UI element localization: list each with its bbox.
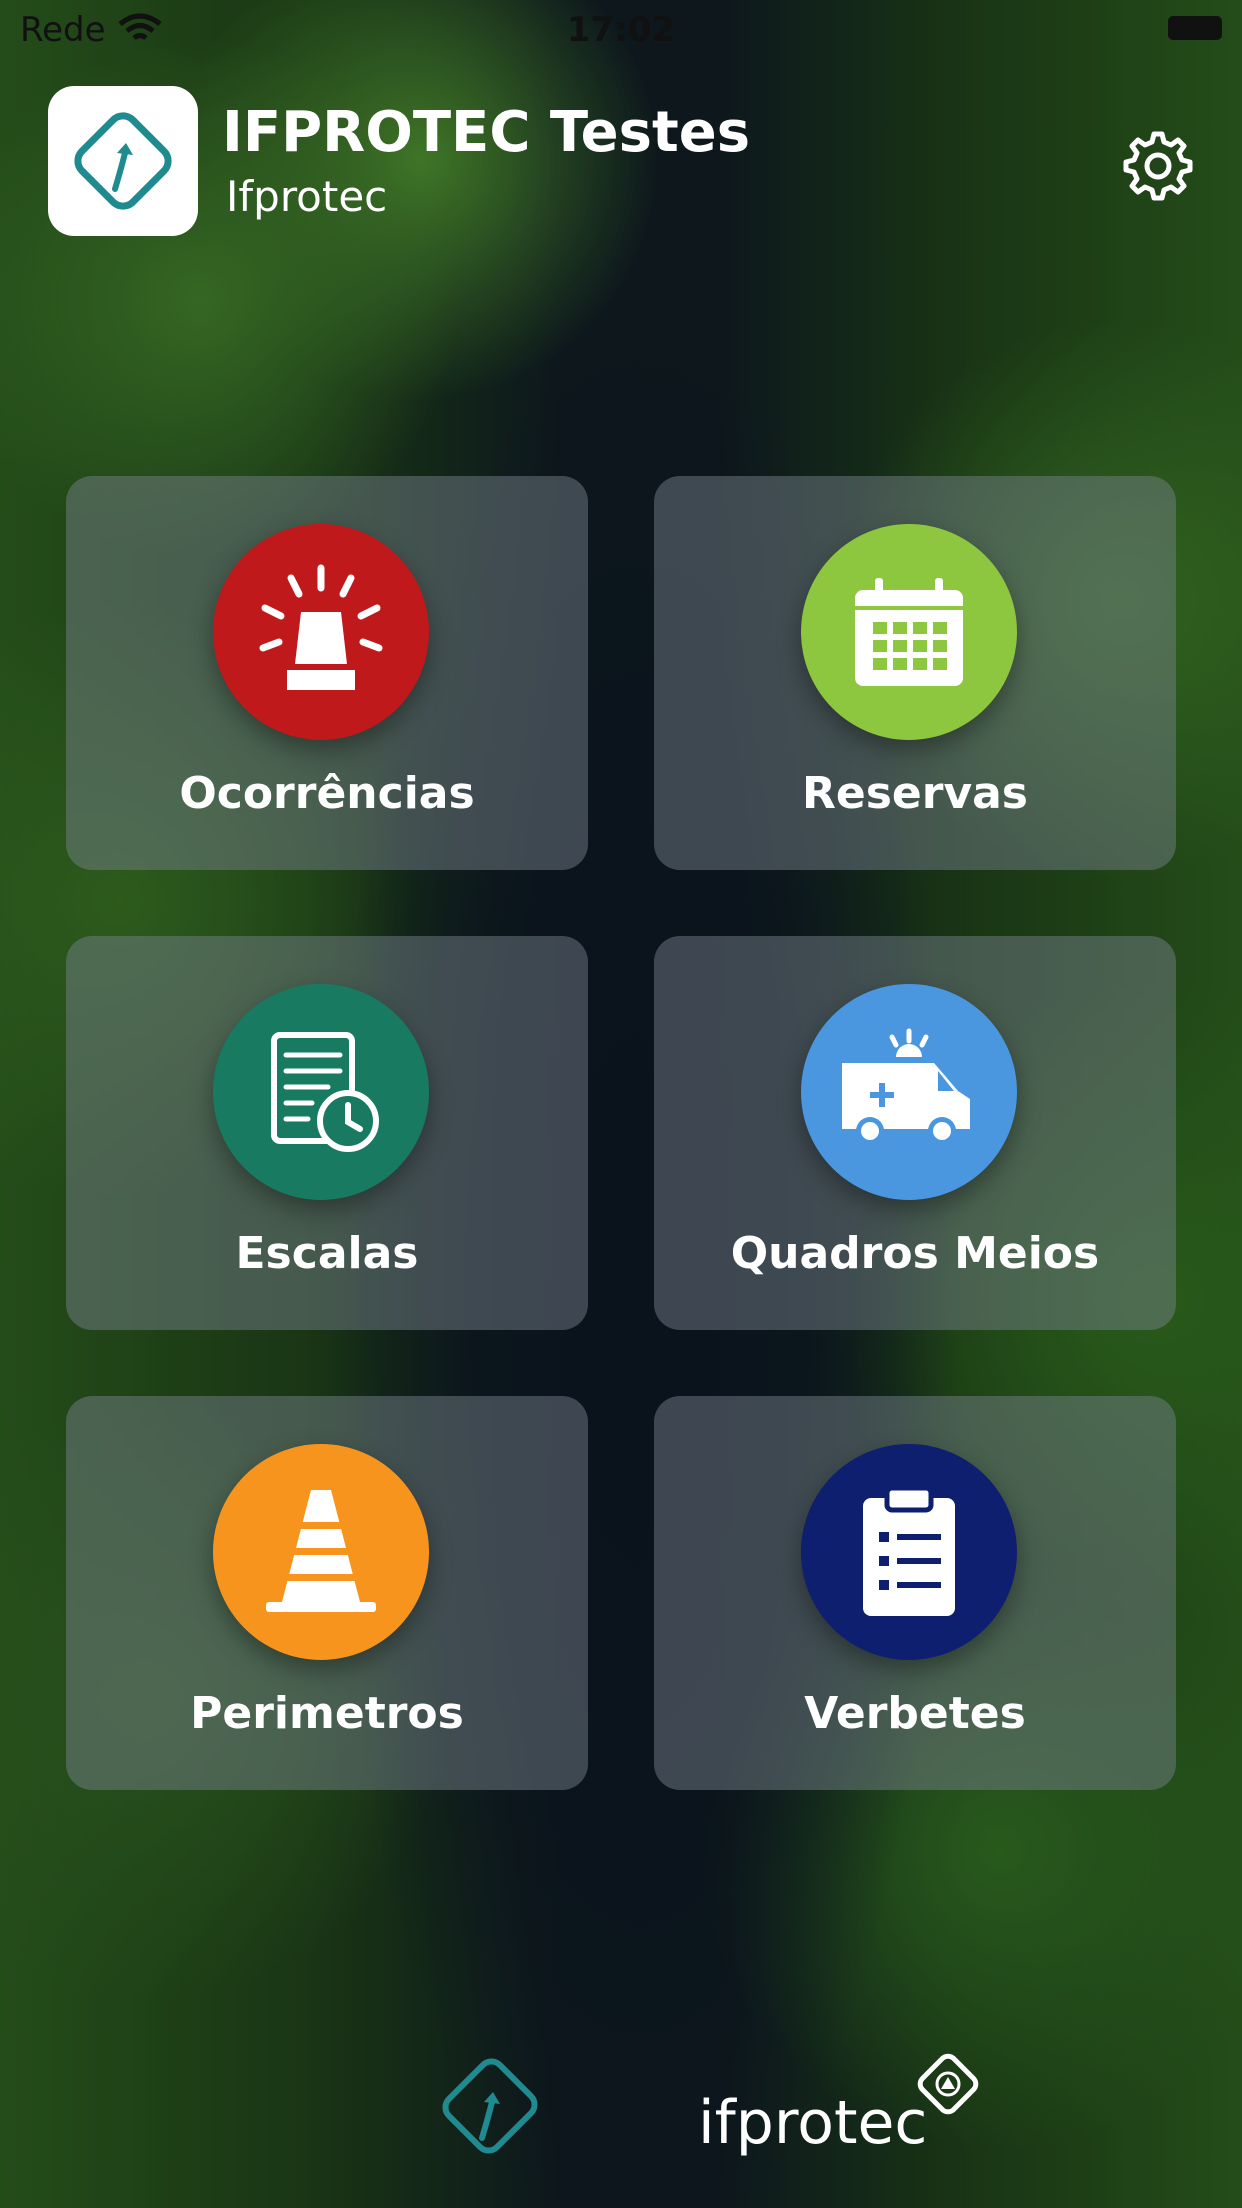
tile-verbetes[interactable]: Verbetes xyxy=(654,1396,1176,1790)
clipboard-list-icon xyxy=(801,1444,1017,1660)
status-time: 17:02 xyxy=(566,10,676,50)
gear-icon xyxy=(1123,131,1193,201)
tile-perimetros[interactable]: Perimetros xyxy=(66,1396,588,1790)
tile-label: Ocorrências xyxy=(179,768,475,819)
tile-label: Escalas xyxy=(235,1228,419,1279)
tile-label: Quadros Meios xyxy=(730,1228,1100,1279)
tile-label: Verbetes xyxy=(804,1688,1026,1739)
schedule-document-clock-icon xyxy=(213,984,429,1200)
battery-icon xyxy=(1168,16,1222,40)
footer-brand-text: ifprotec xyxy=(698,2088,928,2158)
app-logo xyxy=(48,86,198,236)
alarm-light-icon xyxy=(213,524,429,740)
ifprotec-logo-icon xyxy=(910,2046,986,2126)
tile-quadros-meios[interactable]: Quadros Meios xyxy=(654,936,1176,1330)
settings-button[interactable] xyxy=(1116,124,1200,208)
tile-ocorrencias[interactable]: Ocorrências xyxy=(66,476,588,870)
tile-reservas[interactable]: Reservas xyxy=(654,476,1176,870)
tile-label: Reservas xyxy=(801,768,1028,819)
tile-escalas[interactable]: Escalas xyxy=(66,936,588,1330)
ambulance-icon xyxy=(801,984,1017,1200)
status-bar: Rede 17:02 xyxy=(0,0,1242,60)
traffic-cone-icon xyxy=(213,1444,429,1660)
ifprotec-mark-icon xyxy=(436,2046,544,2170)
app-subtitle: Ifprotec xyxy=(226,172,388,221)
app-title: IFPROTEC Testes xyxy=(222,100,751,165)
tile-label: Perimetros xyxy=(190,1688,464,1739)
calendar-icon xyxy=(801,524,1017,740)
